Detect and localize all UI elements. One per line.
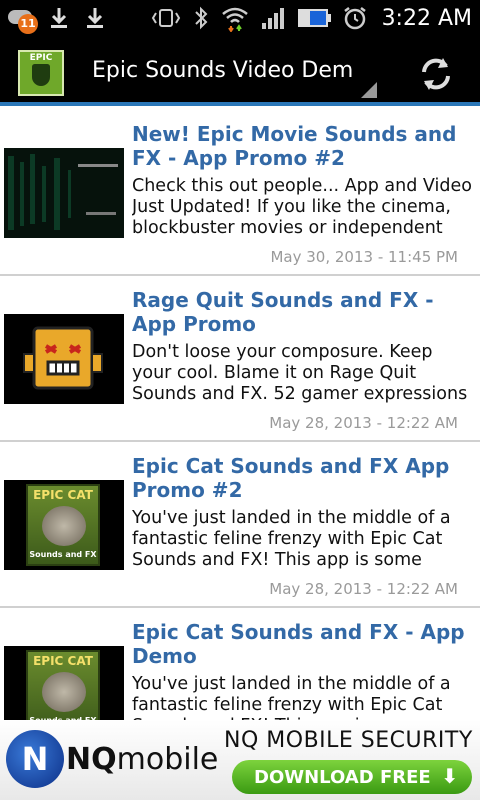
video-title[interactable]: Epic Cat Sounds and FX App Promo #2	[132, 454, 472, 502]
nq-brand: NQmobile	[66, 742, 218, 777]
app-logo[interactable]: EPIC	[18, 50, 64, 96]
nq-logo-letter: N	[21, 740, 49, 778]
list-item[interactable]: EPIC CAT Sounds and FX Epic Cat Sounds a…	[0, 442, 480, 608]
video-title[interactable]: Rage Quit Sounds and FX - App Promo	[132, 288, 472, 336]
action-bar: EPIC Epic Sounds Video Demo	[0, 38, 480, 106]
video-title[interactable]: Epic Cat Sounds and FX - App Demo	[132, 620, 472, 668]
wifi-icon	[221, 7, 248, 32]
thumb-title-text: EPIC CAT	[33, 654, 93, 668]
video-list[interactable]: New! Epic Movie Sounds and FX - App Prom…	[0, 110, 480, 720]
movie-thumbnail	[4, 148, 124, 238]
video-description: Check this out people... App and Video J…	[132, 176, 472, 238]
video-description: Don't loose your composure. Keep your co…	[132, 342, 468, 404]
refresh-icon[interactable]	[416, 54, 456, 94]
epic-cat-thumbnail: EPIC CAT Sounds and FX	[4, 646, 124, 720]
nq-logo: N	[6, 730, 64, 788]
ad-banner[interactable]: N NQmobile NQ MOBILE SECURITY DOWNLOAD F…	[0, 720, 480, 800]
video-description: You've just landed in the middle of a fa…	[132, 508, 451, 570]
battery-icon	[297, 9, 331, 27]
download-button[interactable]: DOWNLOAD FREE ⬇	[232, 760, 472, 794]
video-date: May 28, 2013 - 12:22 AM	[269, 580, 458, 598]
video-description: You've just landed in the middle of a fa…	[132, 674, 451, 720]
list-item[interactable]: New! Epic Movie Sounds and FX - App Prom…	[0, 110, 480, 276]
video-date: May 30, 2013 - 11:45 PM	[270, 248, 458, 266]
bluetooth-icon	[194, 6, 207, 30]
shield-icon	[32, 64, 50, 86]
download-button-label: DOWNLOAD FREE	[254, 767, 431, 788]
notification-icon: 11	[6, 4, 38, 34]
action-bar-divider	[0, 102, 480, 106]
nq-brand-q: Q	[91, 742, 117, 777]
thumb-subtitle-text: Sounds and FX	[29, 550, 97, 559]
vibrate-icon	[151, 9, 180, 27]
video-date: May 28, 2013 - 12:22 AM	[269, 414, 458, 432]
app-logo-label: EPIC	[29, 53, 53, 63]
notification-count: 11	[18, 14, 38, 34]
clock: 3:22 AM	[381, 5, 472, 31]
nq-brand-mobile: mobile	[116, 742, 219, 777]
rage-thumbnail	[4, 314, 124, 404]
thumb-title-text: EPIC CAT	[33, 488, 93, 502]
download-arrow-icon: ⬇	[441, 764, 458, 788]
epic-cat-thumbnail: EPIC CAT Sounds and FX	[4, 480, 124, 570]
dropdown-indicator-icon[interactable]	[361, 82, 377, 98]
video-title[interactable]: New! Epic Movie Sounds and FX - App Prom…	[132, 122, 472, 170]
list-item[interactable]: EPIC CAT Sounds and FX Epic Cat Sounds a…	[0, 608, 480, 720]
download-icon	[48, 4, 70, 32]
list-item[interactable]: Rage Quit Sounds and FX - App Promo Don'…	[0, 276, 480, 442]
alarm-icon	[343, 7, 366, 30]
signal-icon	[261, 8, 284, 29]
nq-brand-n: N	[66, 742, 92, 777]
ad-headline: NQ MOBILE SECURITY	[224, 728, 473, 753]
download-icon	[84, 4, 106, 32]
status-bar: 11 3:22 AM	[0, 0, 480, 38]
page-title[interactable]: Epic Sounds Video Demo	[92, 58, 352, 83]
